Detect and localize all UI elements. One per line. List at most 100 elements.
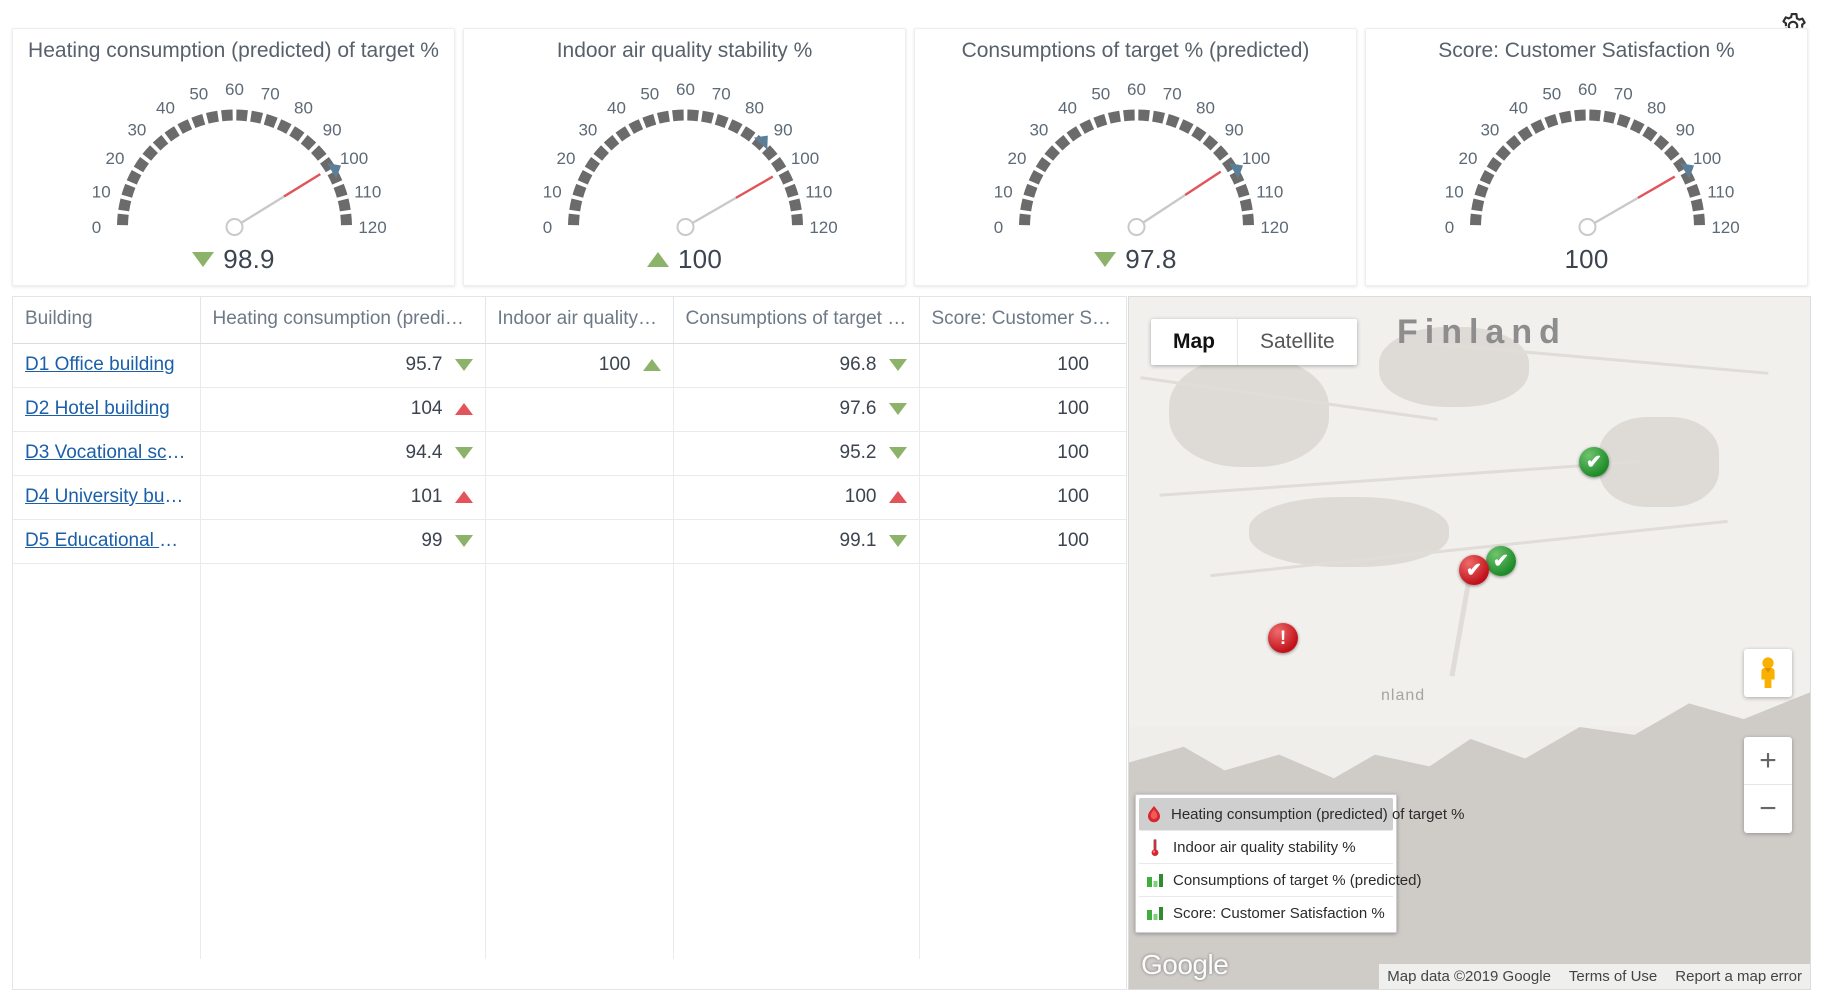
cell-score: 100 — [919, 343, 1126, 388]
map-type-switcher[interactable]: Map Satellite — [1151, 319, 1357, 365]
map-legend[interactable]: Heating consumption (predicted) of targe… — [1135, 794, 1465, 933]
map-panel[interactable]: Finland nland Map Satellite ✔ ✔ ✔! Heating… — [1128, 296, 1811, 990]
cell-consumption-value: 95.2 — [839, 442, 877, 463]
table-row[interactable]: D3 Vocational scho... 94.4 95.2 100 — [13, 431, 1126, 476]
pegman-button[interactable] — [1744, 649, 1792, 697]
gauge-tick-label: 90 — [1225, 120, 1244, 139]
zoom-in-button[interactable]: + — [1744, 737, 1792, 785]
cell-building: D1 Office building — [13, 343, 201, 388]
gauge-tick-label: 90 — [323, 120, 342, 139]
gauge-arc-segment — [337, 198, 351, 212]
gauge-arc-segment — [1066, 126, 1082, 142]
gauge-arc-segment — [740, 126, 756, 142]
trend-indicator-up — [888, 491, 907, 503]
table-empty-row — [13, 563, 1126, 607]
gauge-arc-segment — [727, 119, 743, 134]
gauge-tick-label: 100 — [1693, 149, 1721, 168]
cell-consumption: 95.2 — [673, 431, 920, 476]
column-header-consumption[interactable]: Consumptions of target % (... — [673, 297, 920, 344]
gauge-arc-segment — [289, 126, 305, 142]
report-error-link[interactable]: Report a map error — [1675, 968, 1802, 985]
gauge-arc-segment — [333, 183, 348, 198]
gauge-arc-segment — [577, 169, 593, 185]
map-region — [1169, 357, 1329, 467]
column-header-building[interactable]: Building — [13, 297, 201, 344]
gauge-footer: 100 — [1366, 244, 1807, 275]
gauge-arc-segment — [1471, 198, 1485, 212]
gauge-arc-segment — [142, 145, 158, 161]
cell-air-quality — [485, 475, 674, 520]
zoom-out-button[interactable]: − — [1744, 785, 1792, 833]
legend-item-air-quality[interactable]: Indoor air quality stability % — [1139, 831, 1393, 864]
map-type-satellite[interactable]: Satellite — [1237, 319, 1357, 365]
table-empty-row — [13, 607, 1126, 651]
cell-consumption-value: 100 — [844, 486, 877, 507]
gauge-tick-label: 0 — [994, 218, 1003, 237]
table-empty-row — [13, 739, 1126, 783]
gauge-tick-label: 80 — [745, 98, 764, 117]
gauge-tick-label: 100 — [1242, 149, 1270, 168]
gauge-dial: 0 10 20 30 40 50 60 70 80 90 100 110 120 — [13, 63, 456, 249]
legend-item-consumptions[interactable]: Consumptions of target % (predicted) — [1139, 864, 1421, 897]
table-row[interactable]: D5 Educational buil... 99 99.1 100 — [13, 519, 1126, 564]
map-data-attribution: Map data ©2019 Google — [1387, 968, 1551, 985]
gauge-hub — [225, 218, 244, 236]
gauge-needle-tip — [1637, 175, 1676, 199]
map-zoom-controls[interactable]: + − — [1744, 737, 1792, 833]
gauge-arc-segment — [311, 145, 327, 161]
gauge-needle-tip — [283, 173, 321, 198]
gauge-arc-segment — [164, 126, 180, 142]
gauge-tick-label: 80 — [1647, 98, 1666, 117]
map-type-map[interactable]: Map — [1151, 319, 1237, 365]
building-link[interactable]: D2 Hotel building — [25, 398, 188, 420]
table-row[interactable]: D1 Office building 95.7 100 96.8 100 — [13, 343, 1126, 388]
building-link[interactable]: D4 University buildi... — [25, 486, 188, 508]
gauge-tick-label: 60 — [225, 80, 244, 99]
gauge-arc-segment — [1020, 198, 1034, 212]
gauge-tick-label: 50 — [1542, 85, 1561, 104]
column-header-score[interactable]: Score: Customer Satisf... — [919, 297, 1126, 344]
map-marker-ok[interactable]: ✔ — [1459, 555, 1489, 585]
map-sea-label: nland — [1381, 687, 1426, 704]
gauge-arc-segment — [177, 119, 193, 134]
legend-item-label: Score: Customer Satisfaction % — [1173, 904, 1385, 922]
gauge-tick-label: 70 — [712, 85, 731, 104]
gauge-arc-segment — [1242, 213, 1254, 226]
column-header-air-quality[interactable]: Indoor air quality st... — [485, 297, 674, 344]
map-marker-ok[interactable]: ✔ — [1579, 447, 1609, 477]
legend-item-heating[interactable]: Heating consumption (predicted) of targe… — [1139, 798, 1465, 831]
gauge-tick-label: 10 — [994, 182, 1013, 201]
gauge-arc-segment — [1079, 119, 1095, 134]
buildings-table: Building Heating consumption (predicted.… — [12, 296, 1127, 990]
cell-heating: 94.4 — [200, 431, 486, 476]
gauge-tick-label: 30 — [1029, 120, 1048, 139]
gauge-graphic: 01020304050 60 708090100110120 — [994, 80, 1289, 237]
gauge-arc-segment — [1589, 109, 1601, 122]
table-row[interactable]: D4 University buildi... 101 100 100 — [13, 475, 1126, 520]
map-credits: Map data ©2019 Google Terms of Use Repor… — [1379, 964, 1810, 989]
cell-heating-value: 99 — [421, 530, 443, 551]
map-country-label: Finland — [1397, 313, 1567, 351]
cell-consumption: 100 — [673, 475, 920, 520]
cell-score: 100 — [919, 387, 1126, 432]
gauge-footer: 100 — [464, 244, 905, 275]
map-marker-alert[interactable]: ! — [1268, 623, 1298, 653]
gauge-arc-segment — [1191, 126, 1207, 142]
column-header-heating[interactable]: Heating consumption (predicted... — [200, 297, 486, 344]
legend-item-label: Heating consumption (predicted) of targe… — [1171, 805, 1465, 823]
terms-of-use-link[interactable]: Terms of Use — [1569, 968, 1657, 985]
cell-consumption-value: 97.6 — [839, 398, 877, 419]
gauge-arc-segment — [1093, 114, 1108, 128]
building-link[interactable]: D5 Educational buil... — [25, 530, 188, 552]
table-empty-row — [13, 783, 1126, 827]
map-marker-ok[interactable]: ✔ — [1486, 546, 1516, 576]
legend-item-customer-satisfaction[interactable]: Score: Customer Satisfaction % — [1139, 897, 1393, 929]
table-row[interactable]: D2 Hotel building 104 97.6 100 — [13, 387, 1126, 432]
building-link[interactable]: D3 Vocational scho... — [25, 442, 188, 464]
gauge-tick-label: 20 — [1008, 149, 1027, 168]
gauge-title: Consumptions of target % (predicted) — [961, 39, 1310, 62]
gauge-arc-segment — [1474, 183, 1489, 198]
building-link[interactable]: D1 Office building — [25, 354, 188, 376]
gauge-arc-segment — [205, 110, 219, 124]
gauge-tick-label: 80 — [294, 98, 313, 117]
